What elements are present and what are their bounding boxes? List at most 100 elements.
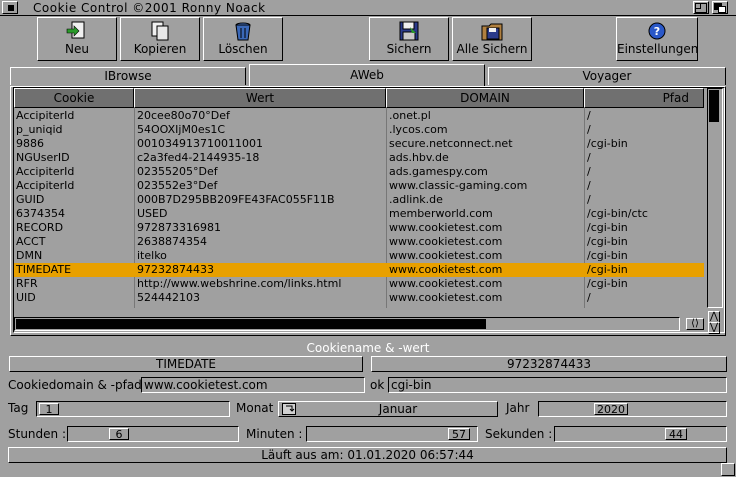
copy-label: Kopieren bbox=[133, 42, 187, 56]
table-row[interactable]: p_uniqid 54OOXIjM0es1C .lycos.com / bbox=[14, 123, 704, 137]
cell-domain: .adlink.de bbox=[389, 193, 443, 206]
cookie-table[interactable]: Cookie Wert DOMAIN Pfad AccipiterId 20cee… bbox=[14, 88, 704, 308]
cell-domain: ads.gamespy.com bbox=[389, 165, 488, 178]
table-row[interactable]: 9886 001034913710011001 secure.netconnect.… bbox=[14, 137, 704, 151]
new-button[interactable]: Neu bbox=[37, 17, 117, 61]
cell-domain: .lycos.com bbox=[389, 123, 448, 136]
depth-icon[interactable] bbox=[712, 1, 728, 14]
table-row[interactable]: AccipiterId 023552e3°Def www.classic-gamin… bbox=[14, 179, 704, 193]
cell-pfad: / bbox=[587, 151, 591, 164]
month-value: Januar bbox=[378, 402, 418, 416]
year-knob[interactable]: 2020 bbox=[594, 403, 628, 415]
hours-label: Stunden : bbox=[8, 427, 66, 441]
tab-voyager[interactable]: Voyager bbox=[488, 67, 726, 85]
new-label: Neu bbox=[65, 42, 89, 56]
cell-wert: http://www.webshrine.com/links.html bbox=[137, 277, 342, 290]
delete-label: Löschen bbox=[218, 42, 268, 56]
day-slider[interactable] bbox=[36, 401, 230, 417]
zoom-icon[interactable] bbox=[693, 1, 709, 14]
table-row[interactable]: RECORD 972873316981 www.cookietest.com/cgi… bbox=[14, 221, 704, 235]
cell-domain: www.cookietest.com bbox=[389, 291, 503, 304]
cell-domain: www.classic-gaming.com bbox=[389, 179, 528, 192]
cell-pfad: /cgi-bin/ctc bbox=[587, 207, 648, 220]
cell-pfad: / bbox=[587, 291, 591, 304]
save-all-button[interactable]: Alle Sichern bbox=[452, 17, 532, 61]
save-button[interactable]: Sichern bbox=[369, 17, 449, 61]
cell-cookie: 6374354 bbox=[16, 207, 65, 220]
seconds-knob[interactable]: 44 bbox=[665, 428, 687, 440]
day-label: Tag bbox=[8, 401, 29, 415]
resize-handle[interactable] bbox=[721, 463, 735, 476]
cell-wert: 20cee80o70°Def bbox=[137, 109, 230, 122]
cell-wert: c2a3fed4-2144935-18 bbox=[137, 151, 260, 164]
cell-pfad: / bbox=[587, 109, 591, 122]
new-icon bbox=[66, 21, 88, 41]
delete-button[interactable]: Löschen bbox=[203, 17, 283, 61]
copy-icon bbox=[149, 21, 171, 41]
trash-icon bbox=[232, 21, 254, 41]
window-title: Cookie Control ©2001 Ronny Noack bbox=[33, 1, 266, 15]
cell-cookie: p_uniqid bbox=[16, 123, 63, 136]
cell-pfad: / bbox=[587, 179, 591, 192]
cell-cookie: 9886 bbox=[16, 137, 44, 150]
table-row[interactable]: AccipiterId 02355205°Def ads.gamespy.com / bbox=[14, 165, 704, 179]
table-row[interactable]: 6374354 USED memberworld.com/cgi-bin/ctc bbox=[14, 207, 704, 221]
scroll-down-arrow[interactable]: ⋁ bbox=[708, 322, 720, 334]
cell-pfad: / bbox=[587, 123, 591, 136]
column-header-cookie[interactable]: Cookie bbox=[14, 88, 134, 108]
column-header-domain[interactable]: DOMAIN bbox=[386, 88, 584, 108]
column-header-wert[interactable]: Wert bbox=[134, 88, 386, 108]
cell-wert: 001034913710011001 bbox=[137, 137, 263, 150]
cell-pfad: / bbox=[587, 165, 591, 178]
cell-wert: 023552e3°Def bbox=[137, 179, 218, 192]
domain-input[interactable]: www.cookietest.com bbox=[141, 377, 365, 393]
table-row[interactable]: AccipiterId 20cee80o70°Def .onet.pl / bbox=[14, 109, 704, 123]
cell-cookie: AccipiterId bbox=[16, 179, 75, 192]
cell-wert: USED bbox=[137, 207, 168, 220]
cookie-value-field[interactable]: 97232874433 bbox=[371, 356, 727, 372]
year-label: Jahr bbox=[506, 401, 530, 415]
cell-domain: memberworld.com bbox=[389, 207, 493, 220]
hours-knob[interactable]: 6 bbox=[109, 428, 129, 440]
floppy-disk-icon bbox=[398, 21, 420, 41]
expires-status: Läuft aus am: 01.01.2020 06:57:44 bbox=[8, 447, 727, 463]
table-row[interactable]: UID 524442103 www.cookietest.com / bbox=[14, 291, 704, 305]
table-row[interactable]: DMN itelko www.cookietest.com/cgi-bin bbox=[14, 249, 704, 263]
minutes-knob[interactable]: 57 bbox=[448, 428, 470, 440]
horizontal-scroll-knob[interactable] bbox=[16, 319, 486, 329]
seconds-slider[interactable] bbox=[554, 426, 727, 442]
table-row[interactable]: ACCT 2638874354 www.cookietest.com/cgi-bin bbox=[14, 235, 704, 249]
day-knob[interactable]: 1 bbox=[39, 403, 59, 415]
cell-wert: 54OOXIjM0es1C bbox=[137, 123, 226, 136]
month-cycle[interactable]: Januar bbox=[278, 401, 498, 417]
cell-pfad: /cgi-bin bbox=[587, 249, 628, 262]
tab-ibrowse[interactable]: IBrowse bbox=[10, 67, 246, 85]
close-icon[interactable] bbox=[2, 1, 18, 14]
cell-wert: 02355205°Def bbox=[137, 165, 218, 178]
cell-cookie: GUID bbox=[16, 193, 45, 206]
cell-domain: secure.netconnect.net bbox=[389, 137, 513, 150]
tab-aweb[interactable]: AWeb bbox=[249, 64, 485, 86]
settings-button[interactable]: ? Einstellungen bbox=[616, 17, 698, 61]
scroll-left-right-arrows[interactable]: ⟨⟩ bbox=[686, 318, 704, 330]
cell-cookie: ACCT bbox=[16, 235, 46, 248]
vertical-scroll-knob[interactable] bbox=[709, 90, 719, 122]
column-header-pfad[interactable]: Pfad bbox=[584, 88, 704, 108]
year-slider[interactable] bbox=[538, 401, 727, 417]
question-icon: ? bbox=[646, 21, 668, 41]
table-row[interactable]: RFR http://www.webshrine.com/links.html ww… bbox=[14, 277, 704, 291]
cell-domain: www.cookietest.com bbox=[389, 263, 503, 276]
copy-button[interactable]: Kopieren bbox=[120, 17, 200, 61]
svg-text:?: ? bbox=[654, 25, 660, 38]
hours-slider[interactable] bbox=[67, 426, 239, 442]
path-input[interactable]: cgi-bin bbox=[388, 377, 727, 393]
cell-wert: itelko bbox=[137, 249, 167, 262]
cookie-name-field[interactable]: TIMEDATE bbox=[9, 356, 363, 372]
table-row[interactable]: TIMEDATE 97232874433 www.cookietest.com/cg… bbox=[14, 263, 704, 277]
month-label: Monat bbox=[236, 401, 274, 415]
domain-path-label: Cookiedomain & -pfad bbox=[8, 378, 142, 392]
cell-cookie: TIMEDATE bbox=[16, 263, 72, 276]
cell-pfad: /cgi-bin bbox=[587, 263, 628, 276]
table-row[interactable]: GUID 000B7D295BB209FE43FAC055F11B .adlink.… bbox=[14, 193, 704, 207]
table-row[interactable]: NGUserID c2a3fed4-2144935-18 ads.hbv.de / bbox=[14, 151, 704, 165]
